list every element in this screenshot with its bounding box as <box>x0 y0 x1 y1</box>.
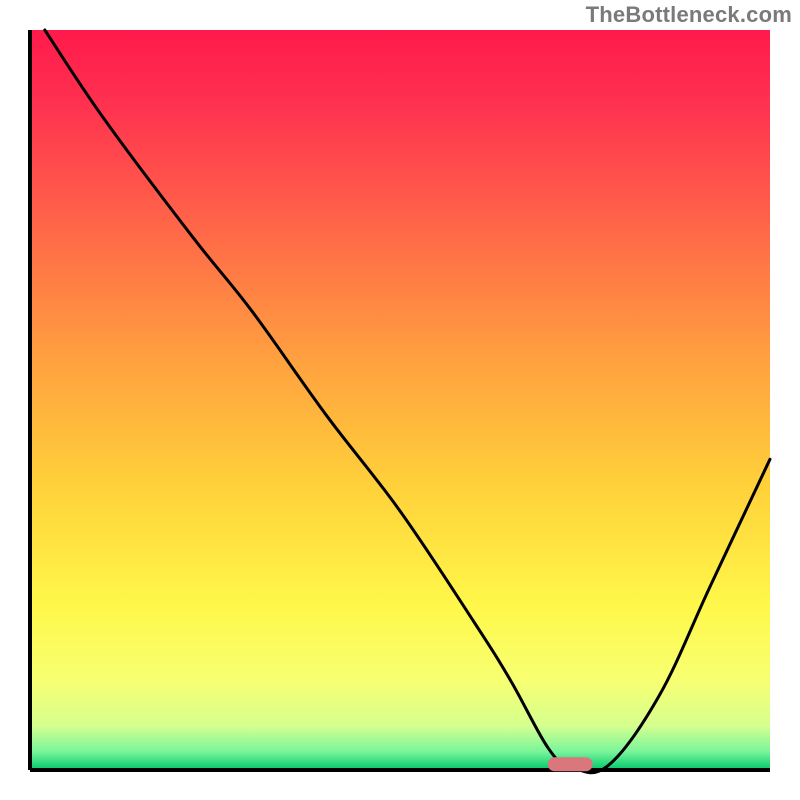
bottleneck-chart <box>0 0 800 800</box>
optimal-marker <box>548 757 593 771</box>
heatmap-background <box>30 30 770 770</box>
chart-canvas: TheBottleneck.com <box>0 0 800 800</box>
